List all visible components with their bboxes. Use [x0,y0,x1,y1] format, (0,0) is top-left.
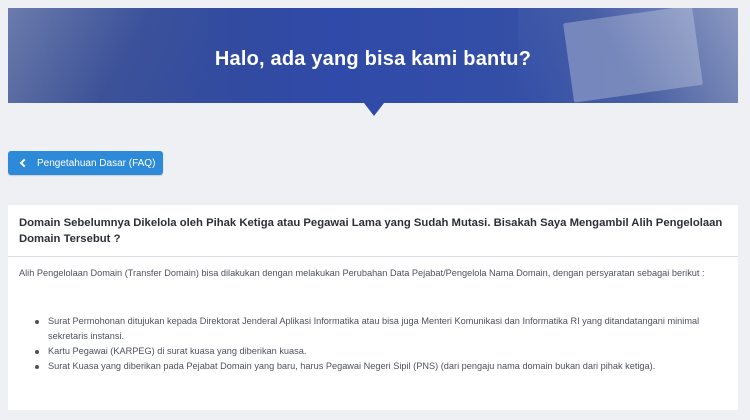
hero-pointer [364,103,384,116]
list-item: Kartu Pegawai (KARPEG) di surat kuasa ya… [35,344,728,359]
hero-banner: Halo, ada yang bisa kami bantu? [8,8,738,103]
back-to-faq-label: Pengetahuan Dasar (FAQ) [37,157,156,169]
hero-title: Halo, ada yang bisa kami bantu? [214,48,532,70]
answer-intro: Alih Pengelolaan Domain (Transfer Domain… [19,268,705,278]
list-item: Surat Permohonan ditujukan kepada Direkt… [35,314,728,344]
article-question: Domain Sebelumnya Dikelola oleh Pihak Ke… [8,205,738,257]
article-answer: Alih Pengelolaan Domain (Transfer Domain… [8,257,738,374]
list-item: Surat Kuasa yang diberikan pada Pejabat … [35,359,728,374]
chevron-left-icon [19,158,29,168]
back-to-faq-button[interactable]: Pengetahuan Dasar (FAQ) [8,151,163,175]
requirements-list: Surat Permohonan ditujukan kepada Direkt… [19,314,728,374]
faq-article-card: Domain Sebelumnya Dikelola oleh Pihak Ke… [8,205,738,410]
